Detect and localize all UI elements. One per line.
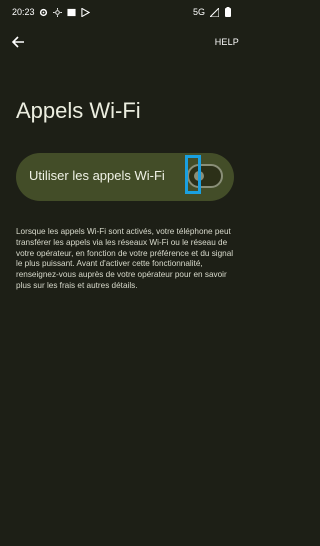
status-bar: 20:23 5G [0,0,245,24]
page-title: Appels Wi-Fi [16,98,141,123]
image-icon [67,7,77,17]
battery-icon [223,7,233,17]
status-right: 5G [193,7,233,17]
app-bar: HELP [0,32,245,56]
status-time: 20:23 [12,7,35,17]
signal-icon [209,7,219,17]
back-button[interactable] [9,35,27,53]
brightness-icon [53,7,63,17]
help-button[interactable]: HELP [215,37,239,47]
status-left: 20:23 [12,7,91,17]
arrow-left-icon [11,35,25,54]
highlight-box [185,155,201,194]
gear-icon [39,7,49,17]
play-store-icon [81,7,91,17]
wifi-calling-toggle-label: Utiliser les appels Wi-Fi [29,168,165,183]
wifi-calling-description: Lorsque les appels Wi-Fi sont activés, v… [16,227,234,290]
network-type: 5G [192,7,205,17]
wifi-calling-toggle-row[interactable]: Utiliser les appels Wi-Fi [16,153,234,201]
